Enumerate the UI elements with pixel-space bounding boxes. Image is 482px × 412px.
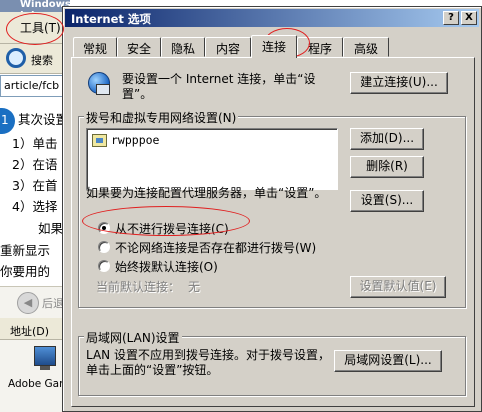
content-line: 1）单击	[12, 136, 58, 151]
monitor-stand	[40, 366, 50, 370]
tab-privacy[interactable]: 隐私	[161, 37, 205, 57]
browser-title-bar: Windows Internet Ex	[0, 0, 71, 32]
close-button[interactable]: X	[461, 11, 477, 25]
radio-label[interactable]: 从不进行拨号连接(C)	[115, 220, 229, 237]
dialog-title: Internet 选项	[71, 12, 151, 26]
content-line: 重新显示	[0, 243, 51, 258]
content-line: 2）在语	[12, 157, 58, 172]
dialup-vpn-group-label: 拨号和虚拟专用网络设置(N)	[84, 109, 239, 126]
default-connection-value: 无	[188, 280, 201, 294]
default-connection-label: 当前默认连接：	[96, 280, 181, 294]
tab-connections[interactable]: 连接	[251, 35, 297, 58]
page-content: 1 其次设置 1）单击 2）在语 3）在首 4）选择 如果 重新显示 你要用的	[0, 98, 70, 288]
search-button-label[interactable]: 搜索	[31, 52, 53, 68]
content-line: 4）选择	[12, 199, 58, 214]
content-line: 其次设置	[18, 112, 69, 127]
radio-indicator[interactable]	[98, 222, 110, 234]
radio-label[interactable]: 始终拨默认连接(O)	[115, 258, 218, 275]
radio-label[interactable]: 不论网络连接是否存在都进行拨号(W)	[115, 239, 316, 256]
tab-advanced[interactable]: 高级	[343, 37, 389, 57]
address-text: article/fcb	[4, 79, 60, 92]
lan-settings-button[interactable]: 局域网设置(L)...	[334, 350, 442, 372]
set-default-button[interactable]: 设置默认值(E)	[350, 276, 446, 298]
address-bar[interactable]: article/fcb	[0, 75, 70, 97]
content-line: 如果	[38, 221, 64, 236]
tab-general[interactable]: 常规	[73, 37, 117, 57]
internet-options-dialog: Internet 选项 ? X 常规 安全 隐私 内容 连接 程序 高级 要设置…	[62, 6, 482, 412]
delete-button[interactable]: 删除(R)	[350, 156, 424, 178]
lan-settings-group-label: 局域网(LAN)设置	[84, 329, 182, 346]
settings-button[interactable]: 设置(S)...	[350, 190, 424, 212]
tab-content[interactable]: 内容	[205, 37, 251, 57]
search-icon[interactable]	[6, 48, 26, 68]
desktop-icon-label[interactable]: Adobe Gam	[8, 378, 69, 390]
help-button[interactable]: ?	[443, 11, 459, 25]
connection-item-rwpppoe[interactable]: rwpppoe	[111, 133, 159, 147]
dialog-title-bar[interactable]: Internet 选项 ? X	[65, 9, 479, 27]
explorer-address-bar: 地址(D)	[0, 318, 70, 340]
tab-security[interactable]: 安全	[117, 37, 161, 57]
proxy-description: 如果要为连接配置代理服务器，单击“设置”。	[86, 186, 327, 200]
connections-panel: 要设置一个 Internet 连接，单击“设置”。 建立连接(U)... 拨号和…	[71, 57, 475, 407]
tab-programs[interactable]: 程序	[297, 37, 343, 57]
connection-list[interactable]: rwpppoe	[86, 128, 338, 190]
radio-indicator[interactable]	[98, 260, 110, 272]
content-line: 3）在首	[12, 178, 58, 193]
menu-tools[interactable]: 工具(T)	[20, 19, 61, 36]
computer-icon	[96, 84, 110, 95]
dialup-connection-icon	[92, 134, 107, 147]
setup-description: 要设置一个 Internet 连接，单击“设置”。	[122, 72, 316, 101]
explorer-address-label: 地址(D)	[10, 325, 50, 338]
back-arrow-icon[interactable]: ◀	[17, 292, 39, 314]
lan-description: LAN 设置不应用到拨号连接。对于拨号设置，单击上面的“设置”按钮。	[86, 348, 330, 377]
content-line: 你要用的	[0, 264, 51, 279]
step-number-badge: 1	[0, 108, 15, 134]
radio-indicator[interactable]	[98, 241, 110, 253]
back-button-label[interactable]: 后退	[42, 295, 64, 311]
setup-button[interactable]: 建立连接(U)...	[350, 72, 448, 94]
add-button[interactable]: 添加(D)...	[350, 128, 424, 150]
monitor-icon[interactable]	[34, 346, 56, 366]
